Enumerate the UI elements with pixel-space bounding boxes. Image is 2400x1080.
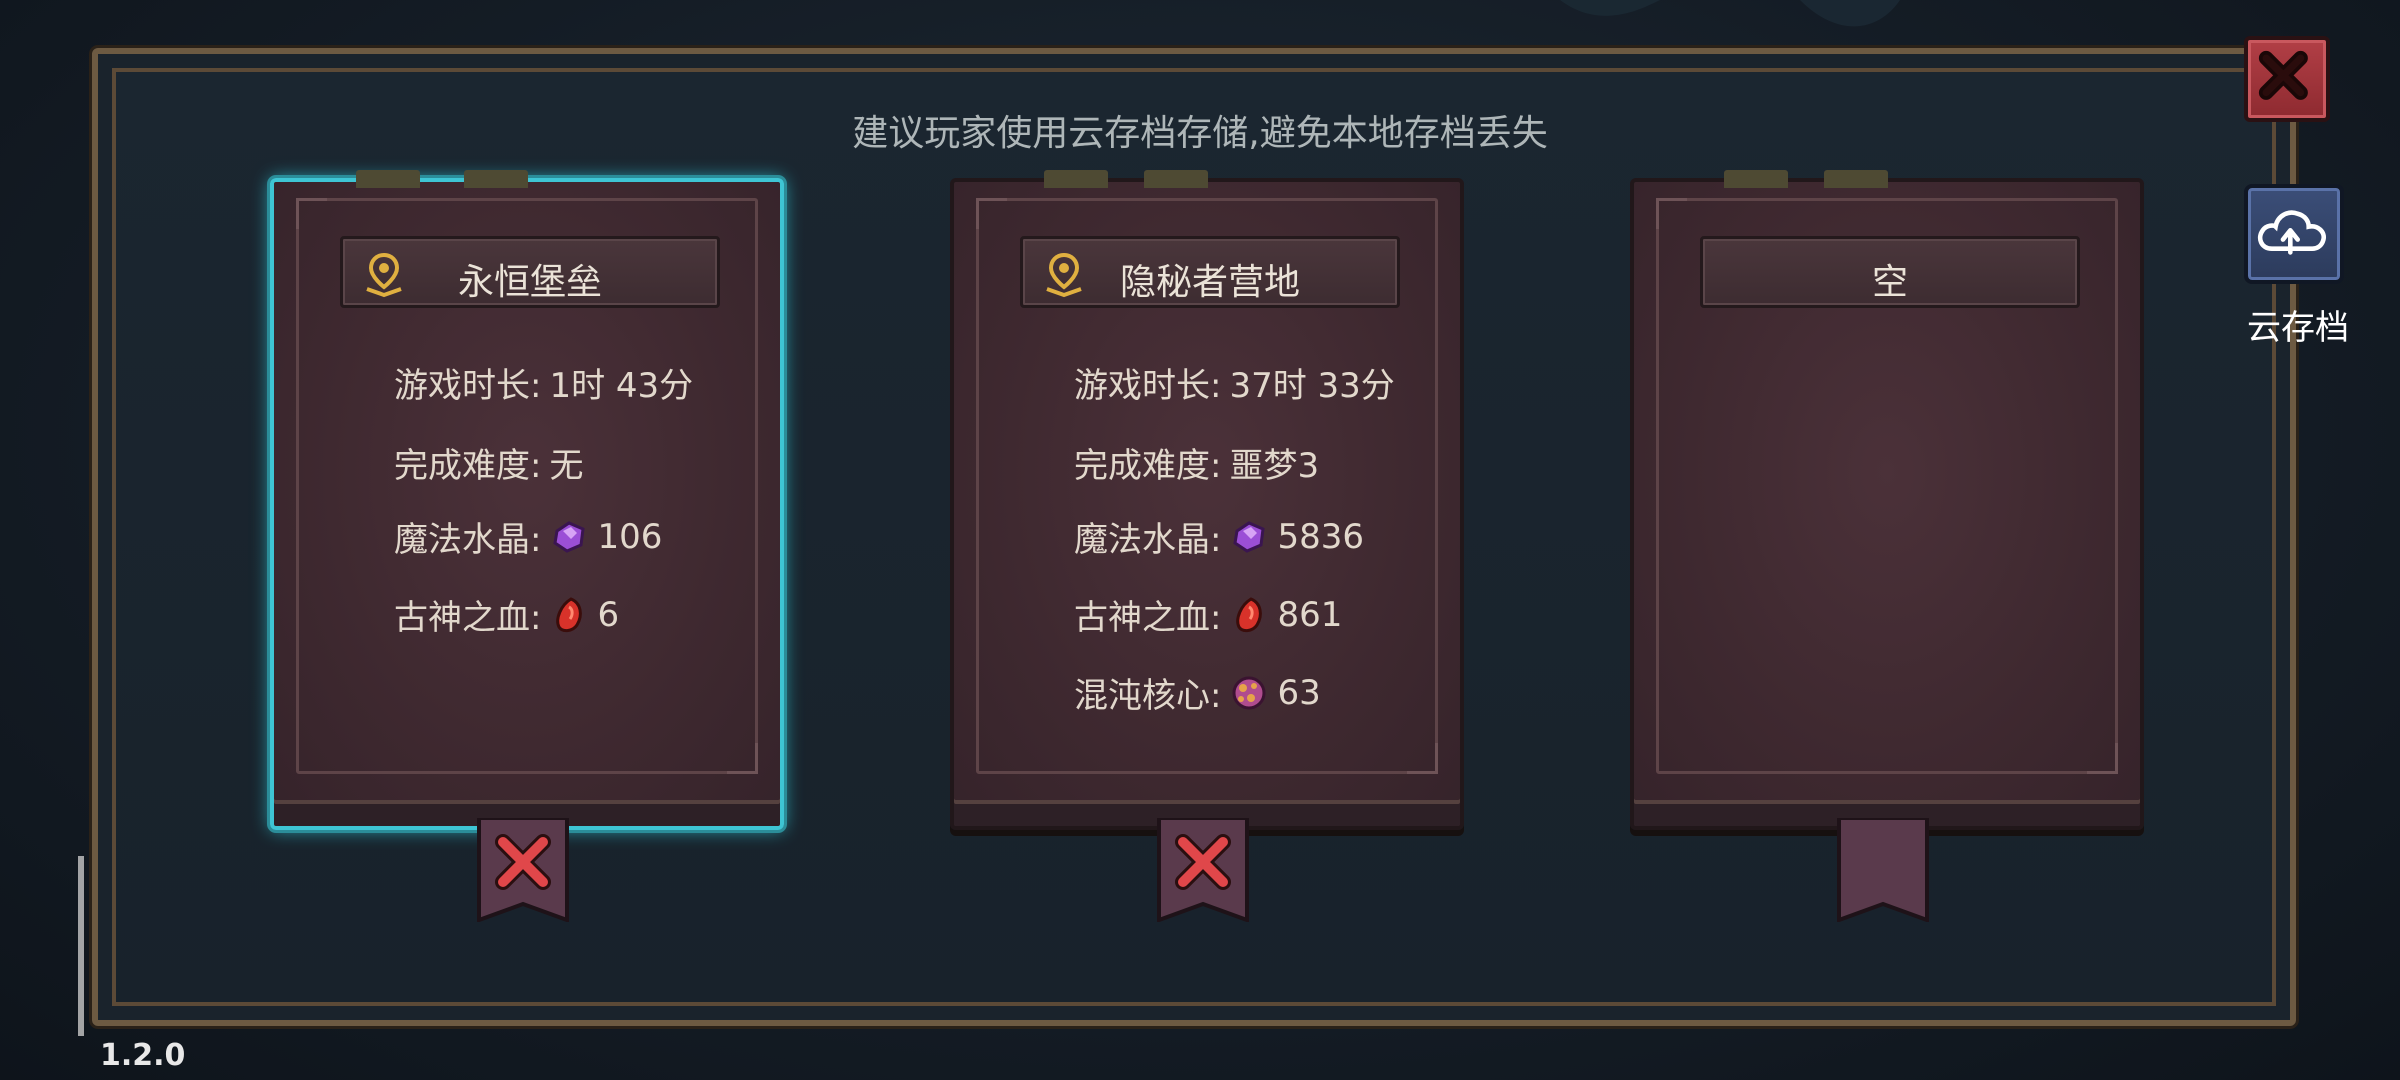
purple-crystal-icon (553, 520, 586, 553)
delete-save-button[interactable] (1157, 818, 1249, 922)
blood-label: 古神之血: (394, 598, 542, 638)
difficulty-value: 无 (549, 446, 584, 486)
crystal-label: 魔法水晶: (394, 520, 542, 560)
book-tab (1044, 170, 1108, 188)
play-time-label: 游戏时长: (394, 366, 542, 406)
close-icon (2258, 50, 2308, 100)
slot-title-bar: 空 (1700, 236, 2080, 308)
save-book[interactable]: 永恒堡垒 游戏时长: 1时 43分 完成难度: 无 魔法水晶: 106 古神之血… (270, 170, 784, 830)
play-time-row: 游戏时长: 1时 43分 (394, 358, 693, 407)
save-book[interactable]: 隐秘者营地 游戏时长: 37时 33分 完成难度: 噩梦3 魔法水晶: 5836… (950, 170, 1464, 830)
delete-save-button[interactable] (477, 818, 569, 922)
slot-title: 永恒堡垒 (457, 262, 602, 303)
book-tab (356, 170, 420, 188)
slot-title: 空 (1871, 262, 1908, 303)
red-blood-icon (556, 596, 583, 632)
crystal-value: 106 (597, 516, 663, 557)
blood-row: 古神之血: 861 (1074, 590, 1342, 639)
empty-slot-ribbon (1837, 818, 1929, 922)
crystal-row: 魔法水晶: 106 (394, 512, 662, 561)
blood-value: 6 (597, 594, 620, 635)
save-slot-3[interactable]: 空 (1630, 170, 2144, 922)
blood-label: 古神之血: (1074, 598, 1222, 638)
difficulty-label: 完成难度: (1074, 446, 1222, 486)
book-tab (1724, 170, 1788, 188)
play-time-value: 37时 33分 (1229, 366, 1395, 406)
save-book[interactable]: 空 (1630, 170, 2144, 830)
save-slot-1[interactable]: 永恒堡垒 游戏时长: 1时 43分 完成难度: 无 魔法水晶: 106 古神之血… (270, 170, 784, 922)
close-button[interactable] (2244, 36, 2330, 122)
difficulty-row: 完成难度: 噩梦3 (1074, 438, 1319, 487)
chaos-label: 混沌核心: (1074, 676, 1222, 716)
book-tab (1824, 170, 1888, 188)
play-time-row: 游戏时长: 37时 33分 (1074, 358, 1395, 407)
difficulty-label: 完成难度: (394, 446, 542, 486)
chaos-core-icon (1232, 676, 1266, 709)
crystal-label: 魔法水晶: (1074, 520, 1222, 560)
chaos-row: 混沌核心: 63 (1074, 668, 1321, 717)
difficulty-value: 噩梦3 (1229, 446, 1320, 486)
slot-title-bar: 永恒堡垒 (340, 236, 720, 308)
red-blood-icon (1236, 596, 1263, 632)
play-time-value: 1时 43分 (549, 366, 694, 406)
crystal-row: 魔法水晶: 5836 (1074, 512, 1364, 561)
slot-title: 隐秘者营地 (1119, 262, 1300, 303)
blood-row: 古神之血: 6 (394, 590, 619, 639)
cloud-save-button[interactable] (2244, 184, 2344, 284)
edge-indicator (78, 856, 84, 1036)
cloud-save-notice: 建议玩家使用云存档存储,避免本地存档丢失 (852, 113, 1548, 154)
purple-crystal-icon (1233, 520, 1266, 553)
cloud-upload-icon (2257, 210, 2327, 255)
crystal-value: 5836 (1277, 516, 1364, 557)
book-tab (464, 170, 528, 188)
cloud-save-label: 云存档 (2247, 308, 2349, 348)
chaos-value: 63 (1277, 672, 1321, 713)
book-tab (1144, 170, 1208, 188)
version-label: 1.2.0 (100, 1038, 186, 1073)
play-time-label: 游戏时长: (1074, 366, 1222, 406)
save-slot-2[interactable]: 隐秘者营地 游戏时长: 37时 33分 完成难度: 噩梦3 魔法水晶: 5836… (950, 170, 1464, 922)
slot-title-bar: 隐秘者营地 (1020, 236, 1400, 308)
difficulty-row: 完成难度: 无 (394, 438, 583, 487)
blood-value: 861 (1277, 594, 1343, 635)
